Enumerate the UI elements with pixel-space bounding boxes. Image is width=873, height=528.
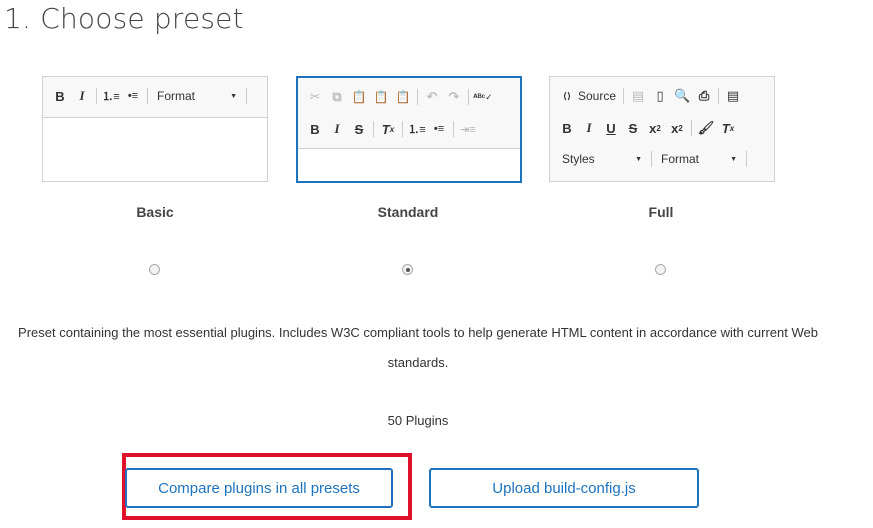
paste-text-icon: 📋	[373, 90, 389, 104]
preset-radio-standard[interactable]	[402, 264, 413, 275]
toolbar-separator	[147, 88, 148, 104]
preset-radio-basic[interactable]	[149, 264, 160, 275]
numbered-list-icon: ⒈≡	[102, 91, 120, 103]
italic-icon: I	[334, 121, 340, 136]
toolbar-separator	[402, 121, 403, 137]
strikethrough-icon: S	[628, 120, 638, 136]
bulleted-list-icon: •≡	[433, 123, 445, 135]
preset-full-preview[interactable]: ⟨⟩ Source ▤ ▯ 🔍 ⎙ ▤ B I U S x2 x2 🖌 Tx S…	[549, 76, 775, 182]
toolbar-separator	[746, 151, 747, 167]
format-label: Format	[157, 89, 196, 103]
bold-icon: B	[310, 121, 320, 137]
cut-icon: ✂	[309, 89, 321, 104]
underline-icon: U	[606, 120, 616, 136]
compare-plugins-button[interactable]: Compare plugins in all presets	[125, 468, 393, 508]
standard-toolbar-row1: ✂ ⧉ 📋 📋 📋 ↶ ↷ ᴬᴮᶜ✓	[304, 86, 494, 108]
standard-toolbar-row2: B I S Tx ⒈≡ •≡ ⇥≡	[304, 118, 479, 140]
toolbar-separator	[96, 88, 97, 104]
undo-icon: ↶	[426, 89, 438, 104]
italic-icon: I	[79, 88, 85, 103]
print-icon: ⎙	[698, 88, 710, 103]
toolbar-separator	[453, 121, 454, 137]
templates-icon: ▤	[726, 88, 740, 103]
remove-format-icon: Tx	[381, 121, 395, 137]
new-page-icon: ▯	[656, 88, 664, 103]
editor-content-area	[298, 148, 520, 181]
source-label: Source	[578, 89, 617, 103]
preset-basic-preview[interactable]: B I ⒈≡ •≡ Format ▼	[42, 76, 268, 182]
source-icon: ⟨⟩	[562, 90, 572, 101]
editor-content-area	[43, 117, 267, 181]
page-title: 1. Choose preset	[4, 2, 244, 35]
remove-format-icon: Tx	[721, 120, 735, 136]
styles-dropdown: Styles ▼	[556, 148, 648, 170]
redo-icon: ↷	[448, 89, 460, 104]
toolbar-separator	[651, 151, 652, 167]
superscript-icon: x2	[671, 120, 683, 136]
format-dropdown: Format ▼	[655, 148, 743, 170]
italic-icon: I	[586, 120, 592, 135]
preset-description: Preset containing the most essential plu…	[18, 325, 818, 370]
dropdown-arrow-icon: ▼	[635, 155, 642, 163]
preset-label-full: Full	[648, 204, 674, 220]
plugins-count: 50 Plugins	[387, 413, 449, 428]
toolbar-separator	[246, 88, 247, 104]
toolbar-separator	[373, 121, 374, 137]
preview-icon: 🔍	[673, 88, 691, 103]
bulleted-list-icon: •≡	[127, 90, 139, 102]
bold-icon: B	[55, 88, 65, 104]
copy-icon: ⧉	[332, 89, 342, 104]
dropdown-arrow-icon: ▼	[730, 155, 737, 163]
subscript-icon: x2	[649, 120, 661, 136]
format-dropdown: Format ▼	[151, 85, 243, 107]
styles-label: Styles	[562, 152, 595, 166]
toolbar-separator	[718, 88, 720, 104]
spellcheck-icon: ᴬᴮᶜ✓	[473, 91, 493, 102]
paste-word-icon: 📋	[395, 90, 411, 104]
copy-format-icon: 🖌	[697, 120, 715, 135]
bold-icon: B	[562, 120, 572, 136]
preset-label-standard: Standard	[377, 204, 439, 220]
toolbar-separator	[417, 89, 418, 105]
toolbar-separator	[691, 120, 692, 136]
dropdown-arrow-icon: ▼	[230, 92, 237, 100]
preset-label-basic: Basic	[136, 204, 174, 220]
paste-icon: 📋	[351, 90, 367, 104]
numbered-list-icon: ⒈≡	[408, 124, 426, 136]
basic-toolbar: B I ⒈≡ •≡ Format ▼	[49, 85, 250, 107]
blockquote-icon: ⇥≡	[460, 123, 476, 136]
toolbar-separator	[623, 88, 625, 104]
strikethrough-icon: S	[354, 121, 364, 137]
full-toolbar-row2: B I U S x2 x2 🖌 Tx	[556, 117, 739, 139]
preset-radio-full[interactable]	[655, 264, 666, 275]
upload-build-config-button[interactable]: Upload build-config.js	[429, 468, 699, 508]
format-label: Format	[661, 152, 700, 166]
preset-standard-preview[interactable]: ✂ ⧉ 📋 📋 📋 ↶ ↷ ᴬᴮᶜ✓ B I S Tx ⒈≡ •≡ ⇥≡	[296, 76, 522, 183]
full-toolbar-row1: ⟨⟩ Source ▤ ▯ 🔍 ⎙ ▤	[556, 85, 744, 107]
full-toolbar-row3: Styles ▼ Format ▼	[556, 148, 750, 170]
toolbar-separator	[468, 89, 469, 105]
save-icon: ▤	[631, 88, 645, 103]
